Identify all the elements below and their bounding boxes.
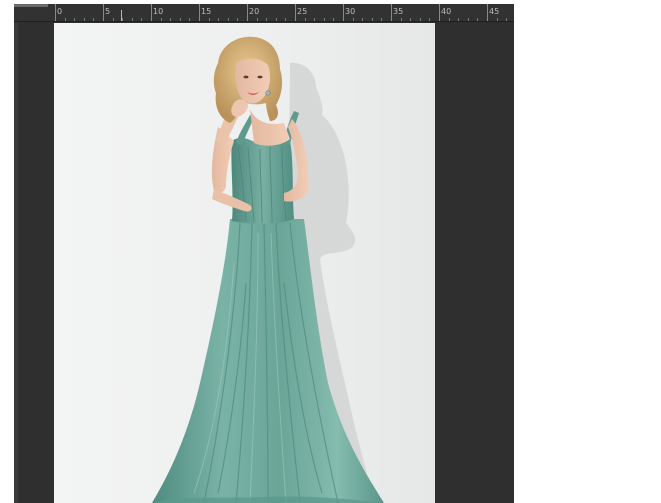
screen: 0 5 10 15 20 25 30 35 40 45: [0, 0, 661, 503]
ruler-tick: [391, 4, 392, 21]
ruler-tick: [122, 18, 123, 21]
ruler-tick: [151, 4, 152, 21]
ruler-label: 45: [489, 7, 500, 16]
image-canvas[interactable]: [54, 23, 435, 503]
ruler-tick: [487, 4, 488, 21]
ruler-tick: [237, 18, 238, 21]
ruler-tick: [429, 18, 430, 21]
ruler-tick: [372, 18, 373, 21]
ruler-tick: [343, 4, 344, 21]
ruler-label: 35: [393, 7, 404, 16]
eye-left: [243, 75, 249, 79]
ruler-tick: [199, 4, 200, 21]
horizontal-ruler[interactable]: 0 5 10 15 20 25 30 35 40 45: [14, 4, 514, 22]
ruler-tick: [285, 18, 286, 21]
earring: [265, 90, 271, 96]
ruler-tick: [218, 18, 219, 21]
ruler-tick: [314, 18, 315, 21]
ruler-tick: [170, 18, 171, 21]
ruler-label: 30: [345, 7, 356, 16]
ruler-tick: [141, 18, 142, 21]
ruler-tick: [410, 18, 411, 21]
ruler-tick: [180, 18, 181, 21]
ruler-label: 5: [105, 7, 111, 16]
ruler-tick: [362, 18, 363, 21]
ruler-tick: [401, 18, 402, 21]
ruler-corner: [14, 4, 48, 7]
ruler-tick: [333, 18, 334, 21]
ruler-tick: [209, 18, 210, 21]
ruler-tick: [506, 18, 507, 21]
ruler-tick: [84, 18, 85, 21]
eye-right: [257, 75, 263, 79]
ruler-tick: [93, 18, 94, 21]
photo: [152, 36, 384, 503]
editor-workspace[interactable]: 0 5 10 15 20 25 30 35 40 45: [14, 4, 514, 503]
ruler-tick: [161, 18, 162, 21]
ruler-tick: [247, 4, 248, 21]
ruler-label: 10: [153, 7, 164, 16]
ruler-tick: [420, 18, 421, 21]
ruler-tick: [439, 4, 440, 21]
ruler-label: 25: [297, 7, 308, 16]
ruler-tick: [458, 18, 459, 21]
ruler-tick: [55, 4, 56, 21]
ruler-label: 20: [249, 7, 260, 16]
ruler-tick: [113, 18, 114, 21]
ruler-tick: [497, 18, 498, 21]
ruler-tick: [74, 18, 75, 21]
ruler-tick: [103, 4, 104, 21]
ruler-tick: [324, 18, 325, 21]
gown-bodice: [231, 138, 294, 224]
ruler-label: 40: [441, 7, 452, 16]
ruler-tick: [449, 18, 450, 21]
ruler-tick: [353, 18, 354, 21]
ruler-tick: [276, 18, 277, 21]
ruler-label: 0: [57, 7, 63, 16]
ruler-tick: [189, 18, 190, 21]
ruler-tick: [305, 18, 306, 21]
ruler-tick: [468, 18, 469, 21]
ruler-tick: [266, 18, 267, 21]
ruler-tick: [381, 18, 382, 21]
vertical-ruler[interactable]: [14, 22, 18, 503]
ruler-tick: [65, 18, 66, 21]
ruler-tick: [477, 18, 478, 21]
ruler-tick: [132, 18, 133, 21]
ruler-tick: [295, 4, 296, 21]
ruler-tick: [257, 18, 258, 21]
ruler-tick: [228, 18, 229, 21]
ruler-label: 15: [201, 7, 212, 16]
